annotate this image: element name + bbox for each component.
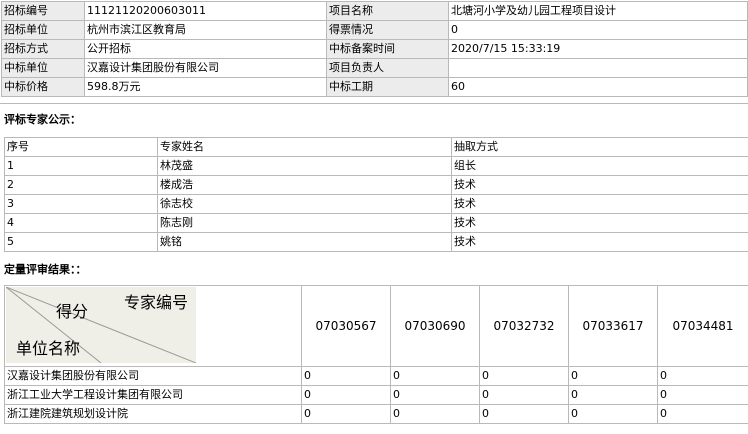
unit-name-cell: 汉嘉设计集团股份有限公司 bbox=[4, 366, 302, 386]
expert-cell: 陈志刚 bbox=[157, 213, 452, 233]
score-cell: 0 bbox=[657, 404, 748, 424]
expert-cell: 技术 bbox=[451, 175, 748, 195]
expert-row: 4 陈志刚 技术 bbox=[4, 213, 748, 233]
section-divider bbox=[0, 103, 748, 104]
expert-column-header: 专家姓名 bbox=[157, 137, 452, 157]
bid-info-table: 招标编号 11121120200603011 项目名称 北塘河小学及幼儿园工程项目设计… bbox=[1, 1, 748, 97]
score-cell: 0 bbox=[301, 404, 391, 424]
expert-cell: 林茂盛 bbox=[157, 156, 452, 176]
info-row: 中标价格 598.8万元 中标工期 60 bbox=[1, 77, 748, 97]
score-header-row: 专家编号 得分 单位名称 07030567 07030690 07032732 070… bbox=[4, 285, 748, 367]
expert-cell: 4 bbox=[4, 213, 158, 233]
expert-cell: 技术 bbox=[451, 232, 748, 252]
info-label: 中标价格 bbox=[1, 77, 85, 97]
score-cell: 0 bbox=[390, 366, 480, 386]
score-cell: 0 bbox=[657, 385, 748, 405]
info-label: 得票情况 bbox=[326, 20, 449, 40]
score-cell: 0 bbox=[301, 366, 391, 386]
expert-column-header: 序号 bbox=[4, 137, 158, 157]
info-label: 项目名称 bbox=[326, 1, 449, 21]
info-value: 汉嘉设计集团股份有限公司 bbox=[84, 58, 327, 78]
header-score-label: 得分 bbox=[56, 302, 89, 321]
expert-row: 5 姚铭 技术 bbox=[4, 232, 748, 252]
info-label: 招标方式 bbox=[1, 39, 85, 59]
expert-cell: 5 bbox=[4, 232, 158, 252]
expert-cell: 姚铭 bbox=[157, 232, 452, 252]
score-cell: 0 bbox=[390, 404, 480, 424]
expert-cell: 技术 bbox=[451, 194, 748, 214]
score-cell: 0 bbox=[568, 404, 658, 424]
expert-cell: 楼成浩 bbox=[157, 175, 452, 195]
info-value: 公开招标 bbox=[84, 39, 327, 59]
score-cell: 0 bbox=[479, 385, 569, 405]
unit-name-cell: 浙江建院建筑规划设计院 bbox=[4, 404, 302, 424]
expert-row: 3 徐志校 技术 bbox=[4, 194, 748, 214]
score-cell: 0 bbox=[568, 385, 658, 405]
expert-row: 1 林茂盛 组长 bbox=[4, 156, 748, 176]
score-row: 浙江工业大学工程设计集团有限公司 0 0 0 0 0 bbox=[4, 385, 748, 405]
score-table: 专家编号 得分 单位名称 07030567 07030690 07032732 070… bbox=[4, 285, 748, 424]
score-cell: 0 bbox=[479, 366, 569, 386]
info-label: 招标编号 bbox=[1, 1, 85, 21]
score-row: 汉嘉设计集团股份有限公司 0 0 0 0 0 bbox=[4, 366, 748, 386]
score-cell: 0 bbox=[568, 366, 658, 386]
info-value bbox=[448, 58, 748, 78]
score-cell: 0 bbox=[479, 404, 569, 424]
expert-table: 序号 专家姓名 抽取方式 1 林茂盛 组长 2 楼成浩 技术 3 徐志校 技术 4 陈志刚 技术 5 姚铭 技术 bbox=[4, 137, 748, 252]
expert-id-header: 07030690 bbox=[390, 285, 480, 367]
info-label: 中标单位 bbox=[1, 58, 85, 78]
info-value: 11121120200603011 bbox=[84, 1, 327, 21]
score-row: 浙江建院建筑规划设计院 0 0 0 0 0 bbox=[4, 404, 748, 424]
info-value: 60 bbox=[448, 77, 748, 97]
info-value: 杭州市滨江区教育局 bbox=[84, 20, 327, 40]
info-value: 2020/7/15 15:33:19 bbox=[448, 39, 748, 59]
info-row: 中标单位 汉嘉设计集团股份有限公司 项目负责人 bbox=[1, 58, 748, 78]
expert-cell: 徐志校 bbox=[157, 194, 452, 214]
header-expert-id-label: 专家编号 bbox=[124, 293, 189, 312]
score-cell: 0 bbox=[390, 385, 480, 405]
expert-cell: 2 bbox=[4, 175, 158, 195]
diagonal-header-box: 专家编号 得分 单位名称 bbox=[6, 287, 196, 363]
info-row: 招标单位 杭州市滨江区教育局 得票情况 0 bbox=[1, 20, 748, 40]
score-cell: 0 bbox=[657, 366, 748, 386]
expert-column-header: 抽取方式 bbox=[451, 137, 748, 157]
unit-name-cell: 浙江工业大学工程设计集团有限公司 bbox=[4, 385, 302, 405]
expert-row: 2 楼成浩 技术 bbox=[4, 175, 748, 195]
info-label: 招标单位 bbox=[1, 20, 85, 40]
info-row: 招标编号 11121120200603011 项目名称 北塘河小学及幼儿园工程项目设计 bbox=[1, 1, 748, 21]
expert-id-header: 07033617 bbox=[568, 285, 658, 367]
expert-id-header: 07032732 bbox=[479, 285, 569, 367]
result-section-title: 定量评审结果：： bbox=[4, 263, 87, 276]
info-value: 0 bbox=[448, 20, 748, 40]
info-value: 北塘河小学及幼儿园工程项目设计 bbox=[448, 1, 748, 21]
expert-id-header: 07030567 bbox=[301, 285, 391, 367]
info-label: 中标工期 bbox=[326, 77, 449, 97]
expert-cell: 组长 bbox=[451, 156, 748, 176]
info-label: 中标备案时间 bbox=[326, 39, 449, 59]
info-label: 项目负责人 bbox=[326, 58, 449, 78]
info-row: 招标方式 公开招标 中标备案时间 2020/7/15 15:33:19 bbox=[1, 39, 748, 59]
expert-cell: 1 bbox=[4, 156, 158, 176]
diagonal-header-cell: 专家编号 得分 单位名称 bbox=[4, 285, 302, 367]
score-cell: 0 bbox=[301, 385, 391, 405]
expert-section-title: 评标专家公示： bbox=[4, 113, 81, 126]
expert-id-header: 07034481 bbox=[657, 285, 748, 367]
expert-header-row: 序号 专家姓名 抽取方式 bbox=[4, 137, 748, 157]
expert-cell: 3 bbox=[4, 194, 158, 214]
header-unit-name-label: 单位名称 bbox=[16, 339, 81, 358]
expert-cell: 技术 bbox=[451, 213, 748, 233]
info-value: 598.8万元 bbox=[84, 77, 327, 97]
